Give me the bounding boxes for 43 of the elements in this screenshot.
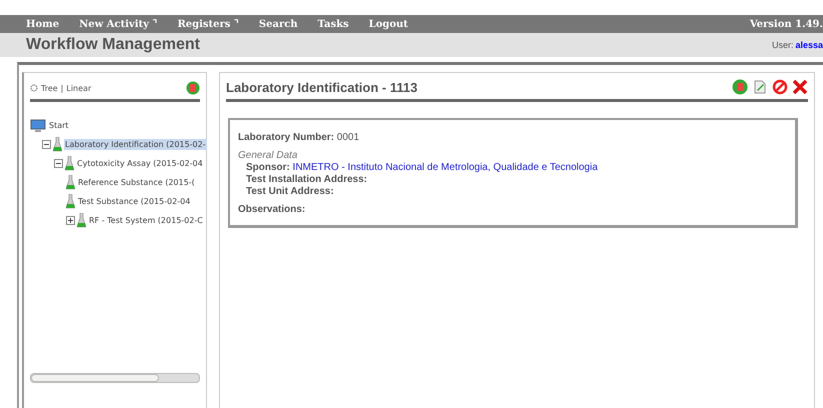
detail-title: Laboratory Identification - 1113	[226, 80, 418, 94]
field-label: Test Unit Address:	[245, 186, 335, 197]
tree-item[interactable]: Reference Substance (2015-(	[77, 177, 196, 188]
page-title: Workflow Management	[26, 36, 200, 54]
nav-link[interactable]: Logout	[368, 18, 408, 30]
section-heading: General Data	[238, 150, 298, 161]
laboratory-number: Laboratory Number: 0001	[238, 132, 360, 143]
user-label: User:	[772, 40, 794, 50]
tree-item[interactable]: Test Substance (2015-02-04	[77, 196, 192, 207]
flask-icon	[66, 194, 75, 209]
nav-link[interactable]: Home	[26, 18, 60, 30]
linear-view-link[interactable]: Linear	[66, 84, 92, 92]
tree-item[interactable]: RF - Test System (2015-02-C	[88, 215, 204, 226]
expand-toggle[interactable]	[66, 216, 75, 225]
collapse-toggle[interactable]	[54, 159, 63, 168]
tree-view-link[interactable]: Tree	[41, 84, 58, 92]
flask-icon	[66, 175, 75, 190]
nav-link[interactable]: Search	[258, 18, 298, 30]
version-label: Version 1.49.	[750, 18, 823, 30]
observations-label: Observations:	[238, 204, 306, 215]
nav-link[interactable]: Registers ⌝	[177, 18, 239, 30]
edit-icon[interactable]	[752, 79, 768, 95]
pdf-icon[interactable]	[732, 79, 748, 95]
sponsor-link[interactable]: INMETRO - Instituto Nacional de Metrologia, Qualidade e Tecnologia	[292, 162, 598, 173]
tree-item[interactable]: Laboratory Identification (2015-02-	[64, 139, 207, 150]
nav-link[interactable]: Tasks	[318, 18, 349, 30]
flask-icon	[77, 213, 86, 228]
horizontal-scrollbar[interactable]	[30, 373, 200, 383]
flask-icon	[53, 137, 62, 152]
user-name: alessa	[795, 40, 823, 50]
flask-icon	[65, 156, 74, 171]
field-label: Sponsor: INMETRO - Instituto Nacional de Metrologia, Qualidade e Tecnologia	[245, 162, 599, 173]
pdf-icon[interactable]	[186, 81, 200, 95]
gear-icon	[30, 84, 38, 92]
tree-item[interactable]: Start	[48, 120, 70, 131]
separator-text: |	[60, 84, 64, 92]
cancel-icon[interactable]	[772, 79, 788, 95]
nav-link[interactable]: New Activity ⌝	[79, 18, 158, 30]
close-icon[interactable]	[792, 79, 808, 95]
field-label: Test Installation Address:	[245, 174, 368, 185]
tree-item[interactable]: Cytotoxicity Assay (2015-02-04	[76, 158, 204, 169]
collapse-toggle[interactable]	[42, 140, 51, 149]
monitor-icon	[30, 118, 46, 132]
